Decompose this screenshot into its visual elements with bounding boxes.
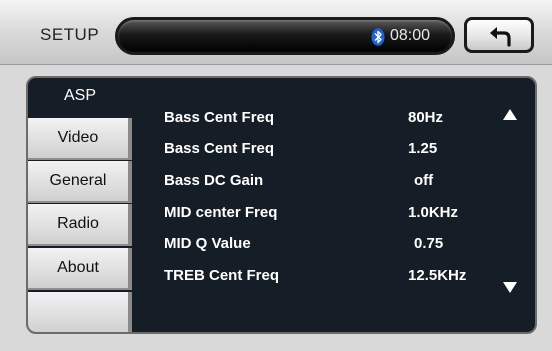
arrow-up-icon[interactable] (500, 106, 520, 124)
setting-value: off (414, 172, 434, 189)
setting-row-bass-dc-gain[interactable]: Bass DC Gain off (164, 172, 504, 194)
tab-about[interactable]: About (28, 248, 132, 290)
header-bar: SETUP 08:00 (0, 0, 552, 65)
bluetooth-icon (371, 28, 385, 46)
setting-value: 12.5KHz (408, 267, 467, 284)
setting-label: Bass Cent Freq (164, 109, 275, 126)
setting-value: 80Hz (408, 109, 444, 126)
tab-list: ASP Video General Radio About (28, 78, 136, 332)
setting-row-mid-q-value[interactable]: MID Q Value 0.75 (164, 235, 504, 257)
setting-row-bass-cent-freq-q[interactable]: Bass Cent Freq 1.25 (164, 140, 504, 162)
setting-label: MID Q Value (164, 235, 251, 252)
setting-value: 1.25 (408, 140, 438, 157)
tab-video[interactable]: Video (28, 118, 132, 160)
tab-general[interactable]: General (28, 161, 132, 203)
back-button[interactable] (464, 17, 534, 53)
status-bar: 08:00 (115, 17, 455, 55)
tab-empty (28, 292, 132, 332)
setting-label: MID center Freq (164, 204, 278, 221)
setting-row-bass-cent-freq[interactable]: Bass Cent Freq 80Hz (164, 109, 504, 131)
setting-value: 1.0KHz (408, 204, 459, 221)
setting-label: Bass DC Gain (164, 172, 264, 189)
settings-panel: ASP Video General Radio About Bass Cent … (26, 76, 537, 334)
setting-label: Bass Cent Freq (164, 140, 275, 157)
setup-screen: SETUP 08:00 ASP Video General Radio Abou… (0, 0, 552, 351)
page-title: SETUP (40, 25, 100, 44)
clock: 08:00 (390, 27, 431, 44)
setting-value: 0.75 (414, 235, 444, 252)
arrow-down-icon[interactable] (500, 278, 520, 296)
settings-list: Bass Cent Freq 80Hz Bass Cent Freq 1.25 … (136, 78, 535, 332)
setting-row-treb-cent-freq[interactable]: TREB Cent Freq 12.5KHz (164, 267, 504, 289)
tab-asp[interactable]: ASP (28, 78, 132, 120)
back-arrow-icon (490, 27, 511, 47)
setting-row-mid-center-freq[interactable]: MID center Freq 1.0KHz (164, 204, 504, 226)
tab-radio[interactable]: Radio (28, 204, 132, 246)
setting-label: TREB Cent Freq (164, 267, 280, 284)
